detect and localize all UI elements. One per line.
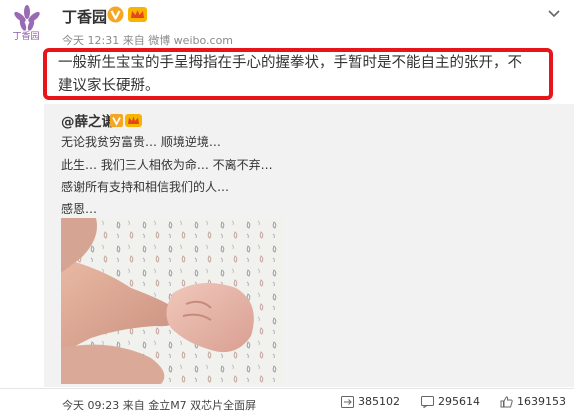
vip-crown-icon [125,112,142,127]
repost-username[interactable]: @薛之谦 [61,110,115,130]
repost-count: 385102 [358,395,400,408]
repost-meta: 今天 09:23 来自 金立M7 双芯片全面屏 [62,399,257,412]
comment-count: 295614 [438,395,480,408]
verified-v-icon [110,112,123,127]
repost-count-button[interactable]: 385102 [341,395,400,408]
like-count: 1639153 [517,395,566,408]
post-photo[interactable] [61,218,283,384]
chevron-down-icon[interactable] [547,4,561,18]
comment-count-button[interactable]: 295614 [421,395,480,408]
vip-crown-icon [128,7,147,22]
highlight-box [43,48,553,100]
repost-icon [341,395,354,408]
author-name[interactable]: 丁香园 [62,6,107,27]
logo-text: 丁香园 [12,32,40,42]
divider [0,388,574,389]
repost-line: 感谢所有支持和相信我们的人… [61,180,230,194]
like-icon [500,395,513,408]
post-meta: 今天 12:31 来自 微博 weibo.com [62,34,234,47]
repost-line: 此生… 我们三人相依为命… 不离不弃… [61,158,273,172]
like-count-button[interactable]: 1639153 [500,395,566,408]
repost-line: 无论我贫穷富贵… 顺境逆境… [61,135,221,149]
verified-v-icon [107,6,124,23]
comment-icon [421,395,434,408]
repost-line: 感恩… [61,202,98,216]
